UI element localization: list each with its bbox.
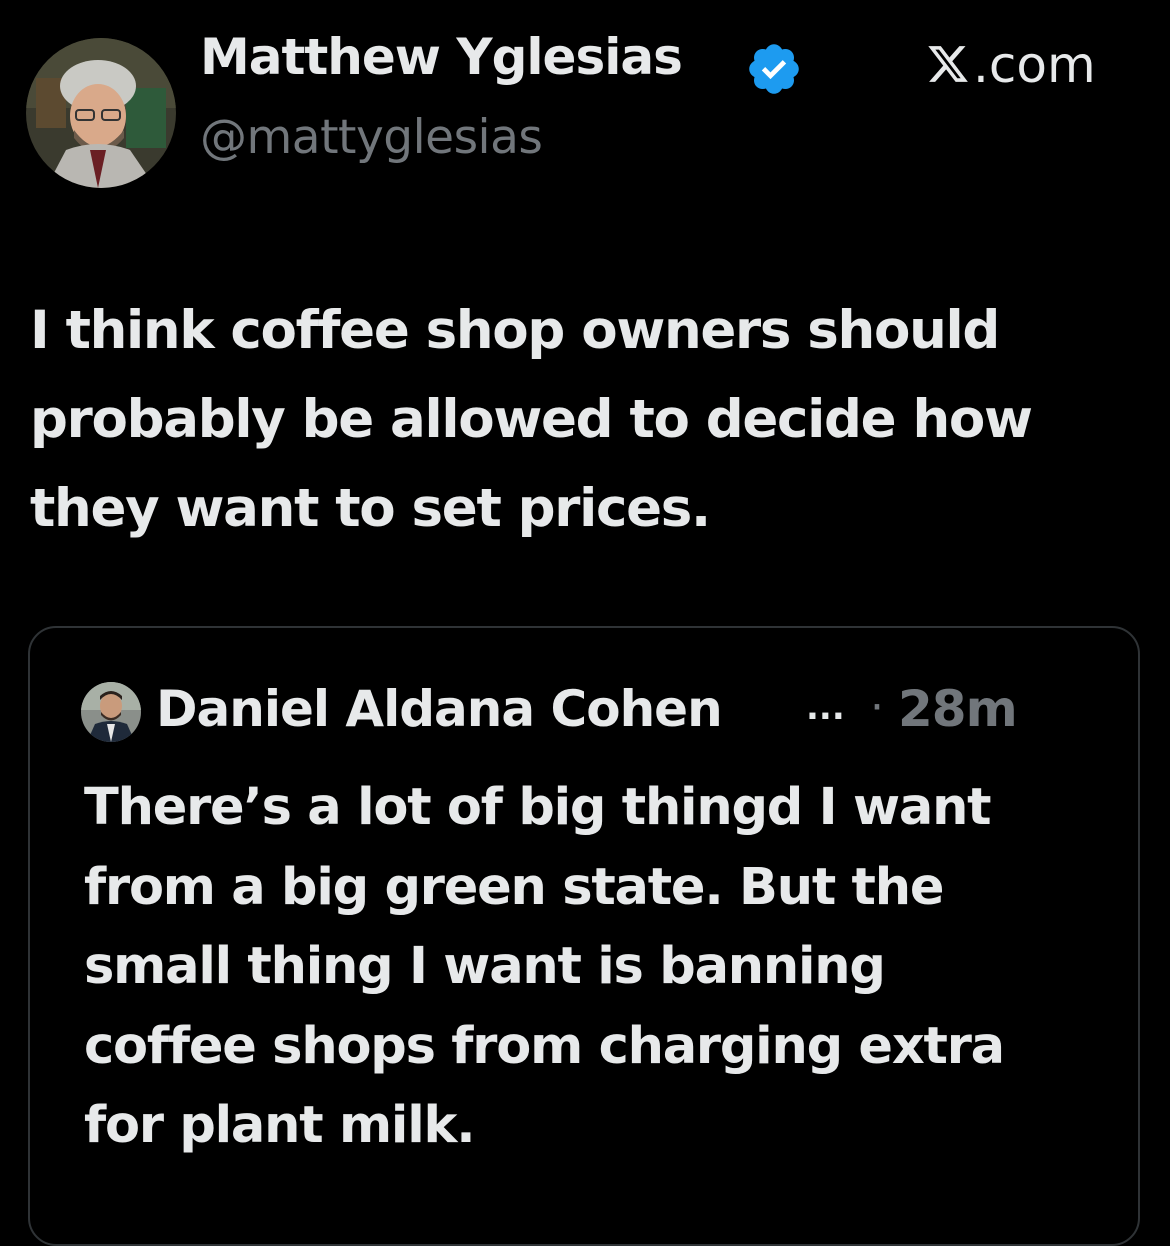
- author-avatar[interactable]: [26, 38, 176, 188]
- quoted-timestamp[interactable]: 28m: [898, 680, 1018, 738]
- x-logo-icon: [928, 46, 968, 82]
- quoted-author-truncation: ...: [806, 688, 845, 728]
- tweet-text: I think coffee shop owners should probab…: [30, 286, 1150, 553]
- tweet-card: Matthew Yglesias @mattyglesias .com I th…: [0, 0, 1170, 1246]
- tweet-text-line: probably be allowed to decide how: [30, 389, 1033, 450]
- quoted-author-avatar[interactable]: [81, 682, 141, 742]
- tweet-text-line: they want to set prices.: [30, 478, 711, 539]
- tweet-text-line: I think coffee shop owners should: [30, 300, 1000, 361]
- quoted-text-line: for plant milk.: [84, 1096, 476, 1155]
- source-link[interactable]: .com: [926, 36, 1096, 94]
- quoted-text-line: coffee shops from charging extra: [84, 1016, 1005, 1076]
- source-label: .com: [973, 36, 1096, 94]
- author-handle[interactable]: @mattyglesias: [200, 110, 543, 165]
- quoted-text-line: small thing I want is banning: [84, 937, 886, 996]
- quoted-author-avatar-image: [81, 682, 141, 742]
- quoted-text-line: from a big green state. But the: [84, 857, 944, 917]
- quoted-text-line: There’s a lot of big thingd I want: [84, 778, 992, 837]
- quoted-tweet-text: There’s a lot of big thingd I want from …: [84, 768, 1124, 1166]
- quoted-tweet-card[interactable]: Daniel Aldana Cohen ... · 28m There’s a …: [28, 626, 1140, 1246]
- separator-dot: ·: [870, 682, 884, 733]
- verified-badge-icon: [749, 44, 799, 94]
- author-display-name[interactable]: Matthew Yglesias: [200, 28, 683, 86]
- author-avatar-image: [26, 38, 176, 188]
- quoted-author-name[interactable]: Daniel Aldana Cohen: [156, 680, 723, 738]
